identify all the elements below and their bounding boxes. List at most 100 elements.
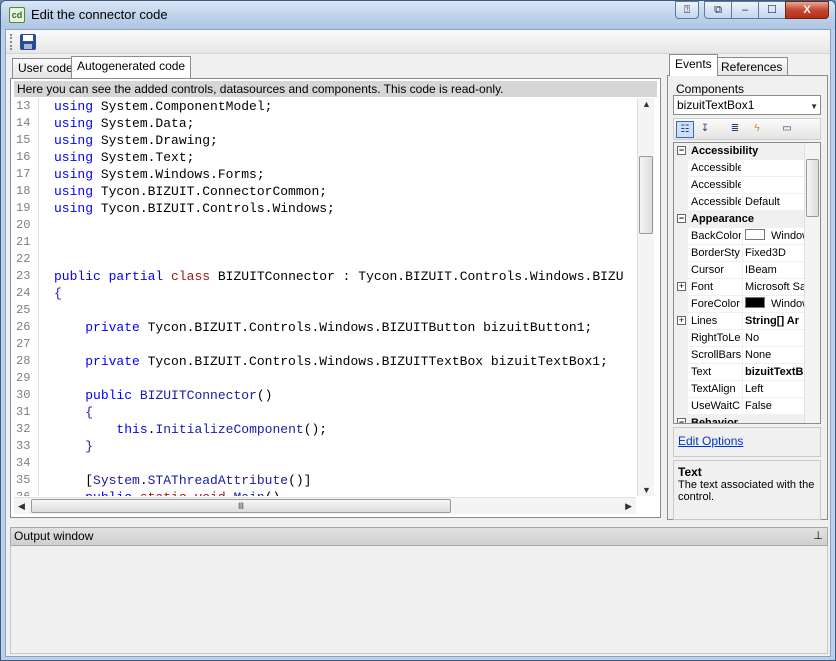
property-name: Appearance <box>691 213 754 225</box>
property-row[interactable]: BackColorWindow <box>674 228 804 245</box>
property-row[interactable]: + Lines String[] Ar <box>674 313 804 330</box>
property-grid[interactable]: − Behavior UseWaitC False TextAlign Left Text b… <box>673 142 821 424</box>
code-editor[interactable]: 13 using System.ComponentModel; 14 using Sy… <box>14 98 636 496</box>
expand-icon[interactable]: + <box>677 316 686 325</box>
scroll-down-icon[interactable]: ▼ <box>642 485 651 495</box>
toolbar-grip[interactable] <box>10 34 13 50</box>
property-value[interactable]: Window <box>742 296 804 313</box>
maximize-button[interactable]: ☐ <box>758 1 786 19</box>
code-vertical-scroll-thumb[interactable] <box>639 156 653 234</box>
property-value[interactable]: Left <box>742 381 804 398</box>
line-number: 36 <box>16 489 36 496</box>
property-row[interactable]: ForeColorWindow <box>674 296 804 313</box>
line-number: 25 <box>16 303 31 317</box>
expand-icon[interactable]: + <box>677 282 686 291</box>
line-number: 20 <box>16 218 31 232</box>
property-value[interactable]: bizuitTextB <box>742 364 804 381</box>
property-value[interactable]: None <box>742 347 804 364</box>
property-row[interactable]: Accessible <box>674 177 804 194</box>
events-icon[interactable]: ϟ <box>748 121 766 138</box>
chevron-down-icon[interactable]: ▼ <box>810 98 818 116</box>
property-grid-scrollbar[interactable] <box>804 143 820 423</box>
property-name: Accessible <box>691 196 741 208</box>
property-pages-icon[interactable]: ▭ <box>778 121 796 138</box>
property-name: BackColor <box>691 230 741 242</box>
property-name: Lines <box>691 315 718 327</box>
code-horizontal-scrollbar[interactable]: ◀ Ⅲ ▶ <box>14 497 636 514</box>
tab-autogenerated-code[interactable]: Autogenerated code <box>71 56 192 78</box>
collapse-icon[interactable]: − <box>677 214 686 223</box>
property-row[interactable]: TextAlign Left <box>674 381 804 398</box>
line-number: 32 <box>16 422 31 436</box>
property-name: Font <box>691 281 714 293</box>
scroll-up-icon[interactable]: ▲ <box>642 99 651 109</box>
code-text: { <box>85 405 94 420</box>
property-grid-toolbar: ☷ ↧ ≣ ϟ ▭ <box>673 118 821 140</box>
code-text: { <box>54 286 62 301</box>
code-text: using System.Text; <box>54 150 195 165</box>
property-category[interactable]: − Appearance <box>674 211 804 228</box>
property-name: ForeColor <box>691 298 740 310</box>
tab-events[interactable]: Events <box>669 54 718 76</box>
code-text: this.InitializeComponent(); <box>116 422 328 437</box>
property-value[interactable]: Microsoft Sa <box>742 279 804 296</box>
code-text: [System.STAThreadAttribute()] <box>54 473 312 488</box>
property-value[interactable]: False <box>742 398 804 415</box>
edit-options-box: Edit Options <box>673 427 821 457</box>
property-row[interactable]: BorderSty Fixed3D <box>674 245 804 262</box>
property-row[interactable]: Accessible <box>674 160 804 177</box>
save-icon[interactable] <box>20 34 36 50</box>
minimize-button[interactable]: – <box>731 1 759 19</box>
property-row-gutter <box>674 296 688 313</box>
property-value[interactable]: Default <box>742 194 804 211</box>
property-category[interactable]: − Accessibility <box>674 143 804 160</box>
property-row[interactable]: ScrollBars None <box>674 347 804 364</box>
property-name: UseWaitC <box>691 400 741 412</box>
property-value[interactable]: No <box>742 330 804 347</box>
restore-alt-button[interactable]: ⧉ <box>704 1 732 19</box>
output-window-title: Output window <box>14 529 94 543</box>
property-row-gutter <box>674 330 688 347</box>
line-number: 14 <box>16 116 31 130</box>
property-row[interactable]: RightToLe No <box>674 330 804 347</box>
code-text: using System.Windows.Forms; <box>54 167 265 182</box>
code-vertical-scrollbar[interactable]: ▲ ▼ <box>637 98 654 496</box>
property-value[interactable]: IBeam <box>742 262 804 279</box>
code-horizontal-scroll-thumb[interactable]: Ⅲ <box>31 499 451 513</box>
tab-user-code[interactable]: User code <box>12 58 79 78</box>
property-category[interactable]: − Behavior <box>674 415 804 423</box>
property-value[interactable]: String[] Ar <box>742 313 804 330</box>
properties-icon[interactable]: ≣ <box>726 121 744 138</box>
property-row[interactable]: Text bizuitTextB <box>674 364 804 381</box>
line-number: 16 <box>16 150 31 164</box>
scroll-left-icon[interactable]: ◀ <box>18 501 25 512</box>
scroll-right-icon[interactable]: ▶ <box>625 501 632 512</box>
line-number: 30 <box>16 388 31 402</box>
help-button[interactable]: ⍰ <box>675 1 699 19</box>
code-panel: Here you can see the added controls, dat… <box>10 78 661 518</box>
output-window-body[interactable] <box>10 546 828 654</box>
property-row[interactable]: Accessible Default <box>674 194 804 211</box>
pin-icon[interactable]: ⊥ <box>813 528 823 545</box>
tab-references[interactable]: References <box>715 57 789 77</box>
line-number: 28 <box>16 354 31 368</box>
property-value[interactable]: Window <box>742 228 804 245</box>
property-value[interactable]: Fixed3D <box>742 245 804 262</box>
property-grid-scroll-thumb[interactable] <box>806 159 819 217</box>
component-select[interactable]: bizuitTextBox1 ▼ <box>673 95 821 115</box>
code-text: using Tycon.BIZUIT.ConnectorCommon; <box>54 184 328 199</box>
alphabetical-icon[interactable]: ↧ <box>696 121 714 138</box>
property-row[interactable]: + Font Microsoft Sa <box>674 279 804 296</box>
description-box: Text The text associated with the contro… <box>673 460 821 520</box>
property-row[interactable]: UseWaitC False <box>674 398 804 415</box>
line-number: 27 <box>16 337 31 351</box>
window-title: Edit the connector code <box>31 7 168 22</box>
edit-options-link[interactable]: Edit Options <box>678 434 743 448</box>
property-name: Text <box>691 366 712 378</box>
close-button[interactable]: X <box>785 1 829 19</box>
property-row-gutter <box>674 347 688 364</box>
collapse-icon[interactable]: − <box>677 418 686 423</box>
property-row[interactable]: Cursor IBeam <box>674 262 804 279</box>
categorized-icon[interactable]: ☷ <box>676 121 694 138</box>
collapse-icon[interactable]: − <box>677 146 686 155</box>
